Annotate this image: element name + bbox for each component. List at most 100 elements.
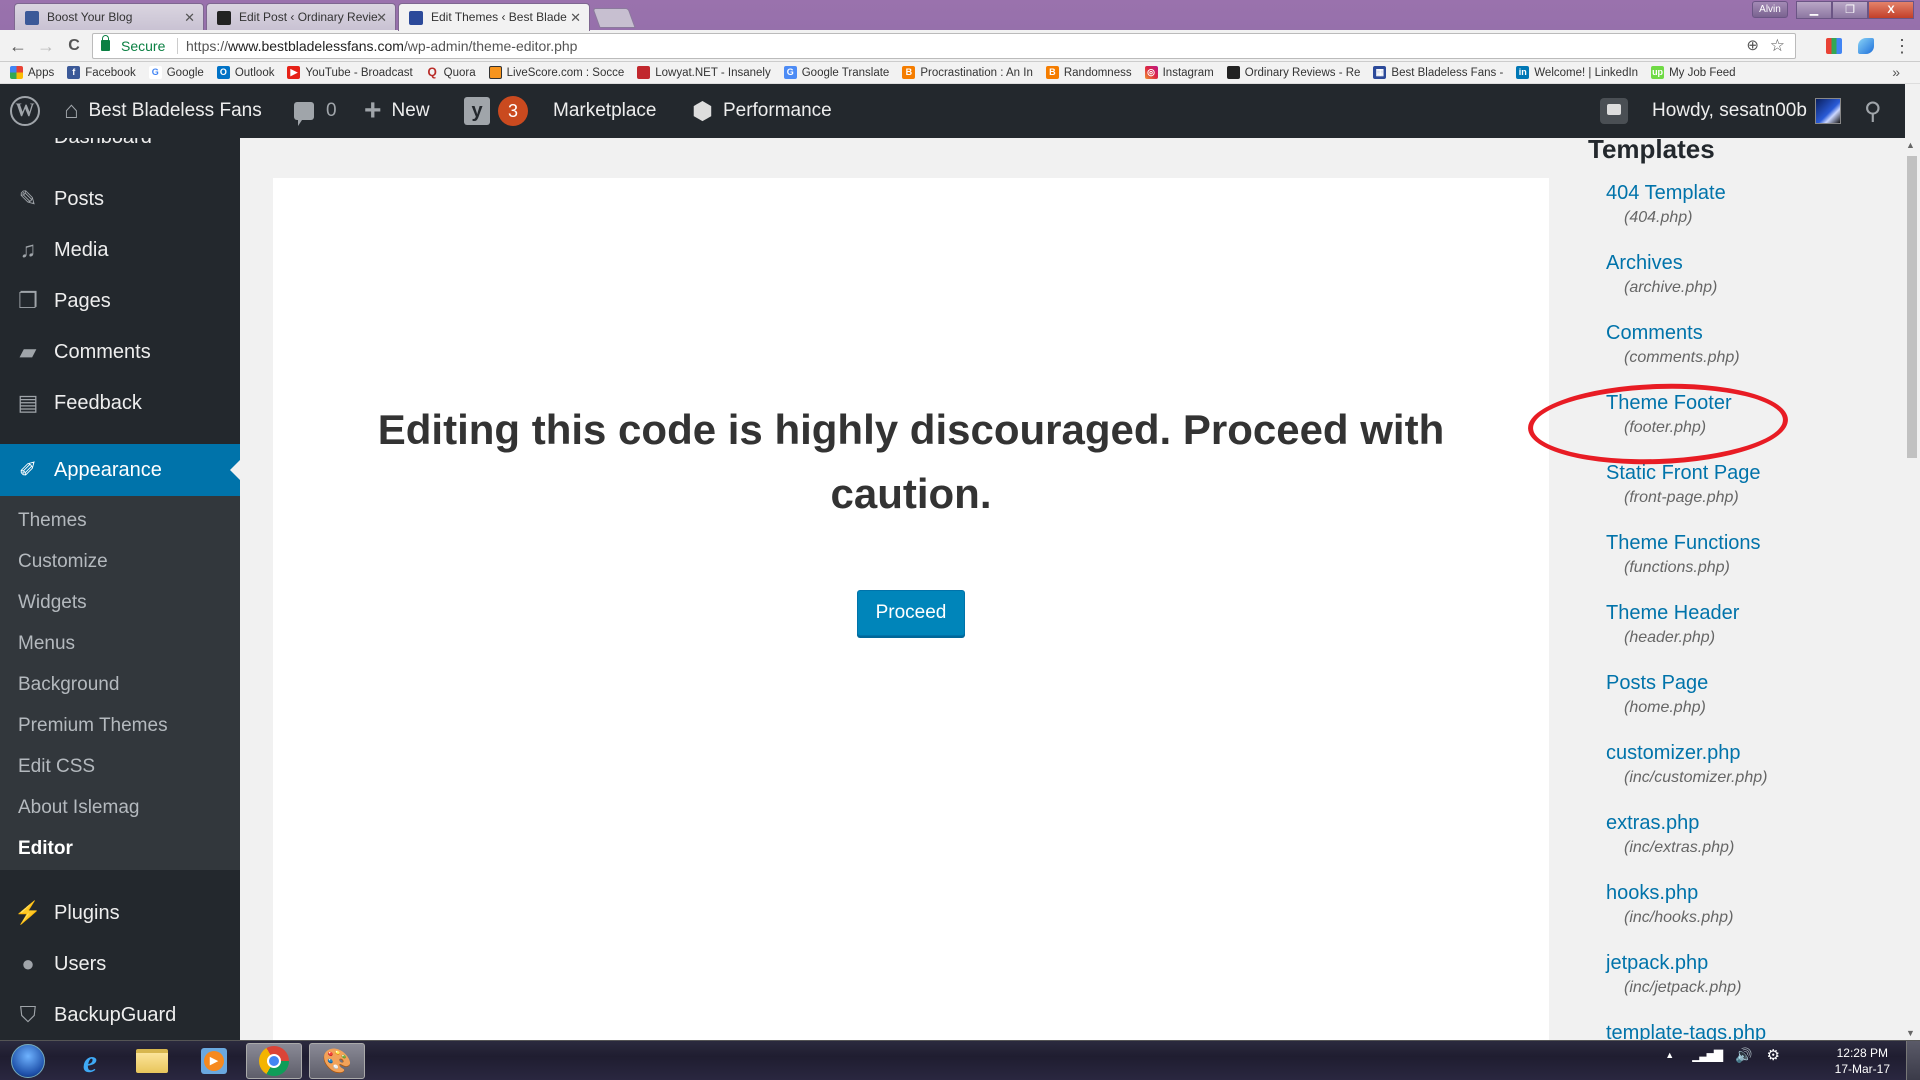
wp-logo-menu[interactable]: W: [10, 84, 40, 138]
sidebar-item-comments[interactable]: ▰ Comments: [0, 327, 240, 377]
admin-search-button[interactable]: ⚲: [1864, 84, 1882, 138]
close-icon[interactable]: ✕: [570, 4, 581, 31]
sidebar-item-posts[interactable]: ✎ Posts: [0, 174, 240, 224]
marketplace-link[interactable]: Marketplace: [553, 84, 657, 138]
show-desktop-button[interactable]: [1906, 1041, 1920, 1080]
template-link[interactable]: 404 Template: [1606, 179, 1888, 207]
sidebar-item-pages[interactable]: ❐ Pages: [0, 276, 240, 326]
bookmark-ordinary-reviews[interactable]: Ordinary Reviews - Re: [1226, 66, 1360, 79]
submenu-item-editor[interactable]: Editor: [18, 838, 73, 860]
bookmark-quora[interactable]: Q Quora: [426, 66, 476, 79]
close-icon[interactable]: ✕: [184, 4, 195, 30]
show-hidden-icons-button[interactable]: ▲: [1665, 1050, 1674, 1060]
template-link[interactable]: extras.php: [1606, 809, 1888, 837]
bookmark-star-icon[interactable]: ☆: [1770, 34, 1785, 58]
comments-link[interactable]: 0: [294, 84, 337, 138]
address-bar[interactable]: Secure https://www.bestbladelessfans.com…: [92, 33, 1796, 59]
performance-menu[interactable]: ⬢ Performance: [692, 84, 832, 138]
taskbar-media-player[interactable]: ▶: [186, 1043, 242, 1079]
bookmark-procrastination[interactable]: B Procrastination : An In: [902, 66, 1033, 79]
submenu-item-edit-css[interactable]: Edit CSS: [18, 756, 95, 778]
network-signal-icon[interactable]: ▁▃▅▇: [1692, 1048, 1723, 1062]
taskbar-paint[interactable]: 🎨: [309, 1043, 365, 1079]
notifications-button[interactable]: [1600, 84, 1628, 138]
restore-button[interactable]: ❐: [1832, 1, 1868, 19]
scroll-up-arrow-icon[interactable]: ▲: [1906, 140, 1915, 150]
bookmark-best-bladeless-fans[interactable]: ▦ Best Bladeless Fans -: [1373, 66, 1503, 79]
minimize-button[interactable]: ▁: [1796, 1, 1832, 19]
bookmark-outlook[interactable]: O Outlook: [216, 66, 274, 79]
template-link[interactable]: Theme Functions: [1606, 529, 1888, 557]
template-link[interactable]: Theme Header: [1606, 599, 1888, 627]
my-account-menu[interactable]: Howdy, sesatn00b: [1652, 84, 1841, 138]
tab-boost-your-blog[interactable]: Boost Your Blog ✕: [14, 3, 204, 30]
bookmark-google-translate[interactable]: G Google Translate: [783, 66, 889, 79]
sidebar-item-backupguard[interactable]: ⛉ BackupGuard: [0, 990, 240, 1040]
submenu-item-widgets[interactable]: Widgets: [18, 592, 87, 614]
template-item: jetpack.php (inc/jetpack.php): [1606, 949, 1888, 1019]
bookmark-apps[interactable]: Apps: [10, 66, 54, 79]
bookmark-my-job-feed[interactable]: up My Job Feed: [1651, 66, 1736, 79]
extension-flame-icon[interactable]: [1858, 38, 1874, 54]
scroll-down-arrow-icon[interactable]: ▼: [1906, 1028, 1915, 1038]
taskbar-file-explorer[interactable]: [124, 1043, 180, 1079]
sidebar-item-plugins[interactable]: ⚡ Plugins: [0, 888, 240, 938]
proceed-button[interactable]: Proceed: [857, 590, 965, 636]
volume-icon[interactable]: 🔊: [1735, 1047, 1752, 1064]
submenu-item-themes[interactable]: Themes: [18, 510, 87, 532]
submenu-item-customize[interactable]: Customize: [18, 551, 108, 573]
new-content-menu[interactable]: + New: [364, 84, 430, 138]
reload-button[interactable]: C: [62, 34, 86, 58]
sidebar-item-dashboard[interactable]: Dashboard: [54, 138, 152, 149]
pages-icon: ❐: [18, 288, 38, 313]
clock[interactable]: 12:28 PM 17-Mar-17: [1835, 1045, 1890, 1077]
taskbar-internet-explorer[interactable]: e: [62, 1043, 118, 1079]
template-link[interactable]: Comments: [1606, 319, 1888, 347]
close-window-button[interactable]: X: [1868, 1, 1914, 19]
bookmark-facebook[interactable]: f Facebook: [67, 66, 136, 79]
extension-icon[interactable]: [1826, 38, 1842, 54]
bookmark-livescore[interactable]: LiveScore.com : Socce: [488, 66, 624, 79]
sidebar-item-users[interactable]: ● Users: [0, 939, 240, 989]
sidebar-item-media[interactable]: ♫ Media: [0, 225, 240, 275]
sidebar-item-feedback[interactable]: ▤ Feedback: [0, 378, 240, 428]
bookmark-instagram[interactable]: ◎ Instagram: [1144, 66, 1214, 79]
scrollbar-thumb[interactable]: [1907, 156, 1917, 458]
submenu-item-premium-themes[interactable]: Premium Themes: [18, 715, 168, 737]
template-link[interactable]: hooks.php: [1606, 879, 1888, 907]
more-bookmarks-button[interactable]: »: [1892, 64, 1900, 80]
window-user-badge[interactable]: Alvin: [1752, 1, 1788, 18]
template-link[interactable]: customizer.php: [1606, 739, 1888, 767]
youtube-icon: ▶: [287, 66, 301, 79]
site-name-link[interactable]: ⌂ Best Bladeless Fans: [64, 84, 262, 138]
taskbar-chrome[interactable]: [246, 1043, 302, 1079]
template-link[interactable]: jetpack.php: [1606, 949, 1888, 977]
template-link[interactable]: Posts Page: [1606, 669, 1888, 697]
page-scrollbar[interactable]: ▲ ▼: [1903, 138, 1920, 1040]
chrome-menu-icon[interactable]: ⋮: [1890, 34, 1914, 58]
bookmark-label: YouTube - Broadcast: [305, 66, 413, 79]
close-icon[interactable]: ✕: [376, 4, 387, 30]
url-text[interactable]: https://www.bestbladelessfans.com/wp-adm…: [186, 34, 577, 58]
bookmark-linkedin[interactable]: in Welcome! | LinkedIn: [1516, 66, 1638, 79]
bookmark-lowyat[interactable]: Lowyat.NET - Insanely: [637, 66, 771, 79]
sidebar-item-appearance[interactable]: ✐ Appearance: [0, 444, 240, 496]
new-tab-button[interactable]: [592, 8, 636, 28]
bookmark-youtube[interactable]: ▶ YouTube - Broadcast: [287, 66, 413, 79]
template-link[interactable]: Archives: [1606, 249, 1888, 277]
submenu-item-menus[interactable]: Menus: [18, 633, 75, 655]
back-button[interactable]: ←: [6, 34, 30, 58]
zoom-icon[interactable]: ⊕: [1746, 34, 1759, 58]
bookmark-randomness[interactable]: B Randomness: [1045, 66, 1132, 79]
livescore-icon: [488, 66, 502, 79]
start-button[interactable]: [0, 1043, 56, 1079]
tab-edit-post[interactable]: Edit Post ‹ Ordinary Revie ✕: [206, 3, 396, 30]
tab-edit-themes[interactable]: Edit Themes ‹ Best Blade ✕: [398, 3, 590, 31]
submenu-item-about-islemag[interactable]: About Islemag: [18, 797, 139, 819]
yoast-seo-menu[interactable]: y 3: [464, 84, 528, 138]
sidebar-item-label: Media: [54, 238, 109, 261]
sync-status-icon[interactable]: ⚙: [1767, 1046, 1780, 1064]
forward-button[interactable]: →: [34, 34, 58, 58]
bookmark-google[interactable]: G Google: [148, 66, 204, 79]
submenu-item-background[interactable]: Background: [18, 674, 119, 696]
